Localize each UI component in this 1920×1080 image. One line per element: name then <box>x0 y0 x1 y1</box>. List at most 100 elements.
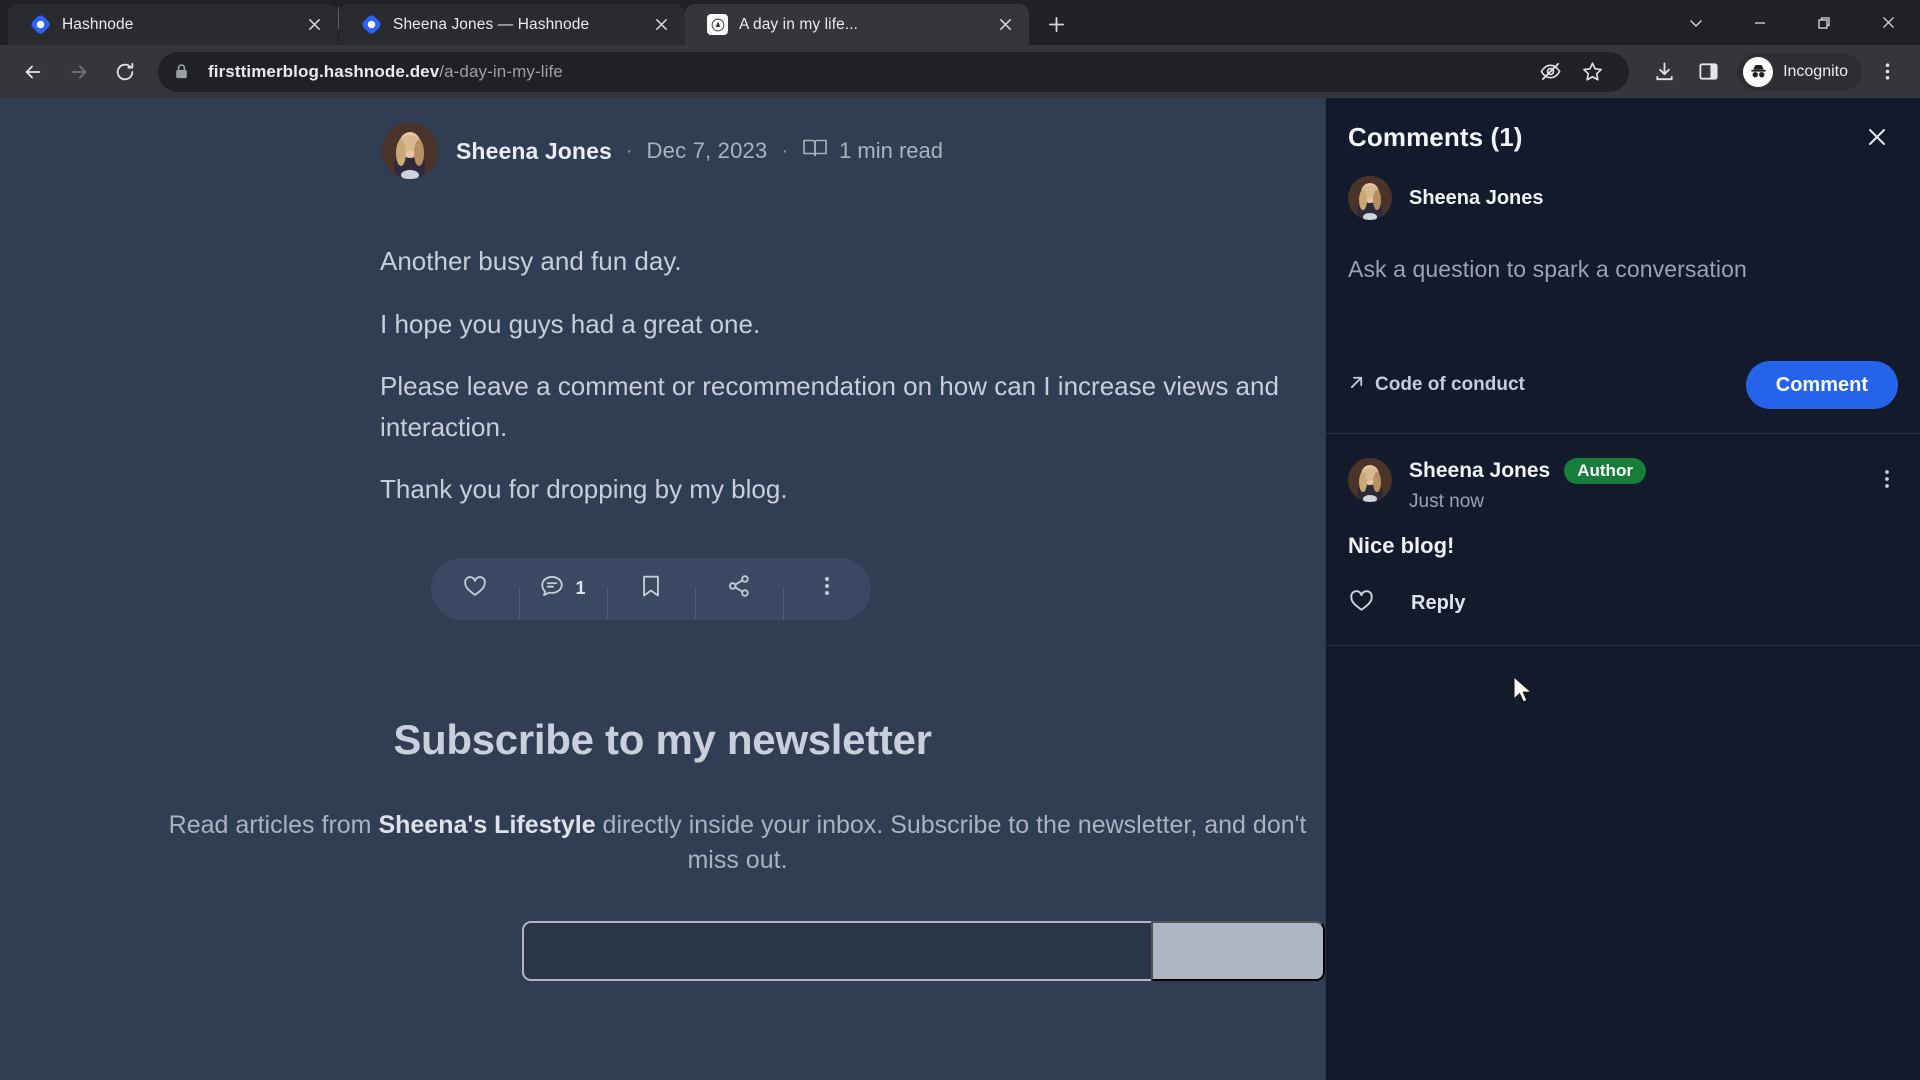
newsletter-form <box>0 920 1325 981</box>
comment-button[interactable]: 1 <box>518 573 607 620</box>
browser-toolbar: firsttimerblog.hashnode.dev/a-day-in-my-… <box>0 45 1920 98</box>
back-arrow-icon[interactable] <box>12 51 54 93</box>
incognito-icon <box>1743 56 1774 87</box>
hashnode-logo-icon <box>361 14 382 35</box>
publish-date: Dec 7, 2023 <box>646 138 768 163</box>
article-paragraph: Another busy and fun day. <box>380 246 682 276</box>
comments-panel: Comments (1) Sheena Jones Ask a question… <box>1325 98 1920 1080</box>
avatar <box>1348 176 1392 220</box>
comment-actions: Reply <box>1348 587 1898 619</box>
bookmark-button[interactable] <box>606 573 695 620</box>
divider <box>1326 645 1920 646</box>
status-badge: Author <box>1564 458 1646 484</box>
three-dot-menu-icon[interactable] <box>1874 466 1900 492</box>
newsletter-brand: Sheena's Lifestyle <box>378 810 596 839</box>
share-button[interactable] <box>694 573 783 620</box>
comment-count: 1 <box>575 578 586 599</box>
url-text: firsttimerblog.hashnode.dev/a-day-in-my-… <box>208 62 563 82</box>
reply-button[interactable]: Reply <box>1411 592 1465 615</box>
heart-icon <box>462 573 488 604</box>
restore-icon[interactable] <box>1792 0 1856 45</box>
comment-composer: Sheena Jones Ask a question to spark a c… <box>1326 176 1920 433</box>
article-paragraph: Thank you for dropping by my blog. <box>380 474 788 505</box>
bookmark-icon <box>639 573 663 604</box>
code-of-conduct-link[interactable]: Code of conduct <box>1348 374 1525 397</box>
article-body: Another busy and fun day. I hope you guy… <box>0 241 1325 510</box>
article-paragraph: Please leave a comment or recommendation… <box>380 371 1279 442</box>
close-icon[interactable] <box>302 13 326 37</box>
newsletter-section: Subscribe to my newsletter Read articles… <box>0 716 1325 981</box>
browser-tab-sheena-jones[interactable]: Sheena Jones — Hashnode <box>339 4 685 45</box>
tab-search-chevron-icon[interactable] <box>1664 0 1728 45</box>
browser-tab-hashnode[interactable]: Hashnode <box>8 4 338 45</box>
external-link-arrow-icon <box>1348 374 1365 397</box>
forward-arrow-icon[interactable] <box>58 51 100 93</box>
heart-icon <box>1348 587 1375 619</box>
newsletter-desc-pre: Read articles from <box>168 810 379 839</box>
submit-comment-button[interactable]: Comment <box>1745 361 1898 409</box>
comment-header: Sheena Jones Author Just now <box>1348 458 1898 513</box>
newsletter-email-input[interactable] <box>522 920 1152 981</box>
composer-footer: Code of conduct Comment <box>1348 361 1898 433</box>
byline-separator: · <box>625 139 633 162</box>
url-path: /a-day-in-my-life <box>439 61 563 81</box>
comment-input[interactable]: Ask a question to spark a conversation <box>1348 256 1898 283</box>
article-content: Sheena Jones · Dec 7, 2023 · 1 min read … <box>0 98 1325 1080</box>
newsletter-title: Subscribe to my newsletter <box>393 715 932 763</box>
like-comment-button[interactable] <box>1348 587 1375 619</box>
browser-window: Hashnode Sheena Jones — Hashnode A day i… <box>0 0 1920 1080</box>
tab-title: Hashnode <box>62 15 134 33</box>
tab-title: A day in my life... <box>739 15 859 33</box>
read-time-label: 1 min read <box>839 138 944 163</box>
close-icon[interactable] <box>993 13 1017 37</box>
avatar <box>381 123 438 179</box>
avatar <box>1348 458 1392 502</box>
article-action-bar: 1 <box>430 557 871 621</box>
lock-icon <box>174 63 194 80</box>
profile-incognito-chip[interactable]: Incognito <box>1737 52 1862 91</box>
blog-site-icon <box>707 14 728 35</box>
byline-separator: · <box>781 139 789 162</box>
star-icon[interactable] <box>1571 51 1613 93</box>
hashnode-logo-icon <box>30 14 51 35</box>
newsletter-desc-post: directly inside your inbox. Subscribe to… <box>595 810 1307 875</box>
author-name[interactable]: Sheena Jones <box>456 138 612 165</box>
eye-crossed-icon[interactable] <box>1529 51 1571 93</box>
page-viewport: Sheena Jones · Dec 7, 2023 · 1 min read … <box>0 98 1920 1080</box>
close-icon[interactable] <box>1856 0 1920 45</box>
book-icon <box>802 137 828 165</box>
tab-title: Sheena Jones — Hashnode <box>393 15 590 33</box>
three-dot-menu-icon[interactable] <box>1866 51 1908 93</box>
close-icon[interactable] <box>1860 120 1894 154</box>
share-icon <box>726 573 752 604</box>
comment-timestamp: Just now <box>1409 491 1484 512</box>
read-time: 1 min read <box>802 137 943 165</box>
comment-text: Nice blog! <box>1348 533 1455 558</box>
side-panel-icon[interactable] <box>1687 51 1729 93</box>
article-byline: Sheena Jones · Dec 7, 2023 · 1 min read <box>0 98 1325 179</box>
download-icon[interactable] <box>1643 51 1685 93</box>
close-icon[interactable] <box>649 13 673 37</box>
reload-icon[interactable] <box>104 51 146 93</box>
newsletter-subscribe-button[interactable] <box>1151 920 1325 981</box>
tab-strip: Hashnode Sheena Jones — Hashnode A day i… <box>0 0 1920 45</box>
article-paragraph: I hope you guys had a great one. <box>380 308 761 339</box>
minimize-icon[interactable] <box>1728 0 1792 45</box>
profile-label: Incognito <box>1783 62 1848 80</box>
composer-user-name: Sheena Jones <box>1409 186 1544 209</box>
comment-meta: Sheena Jones Author Just now <box>1409 458 1898 513</box>
comment-author-name[interactable]: Sheena Jones <box>1409 459 1550 483</box>
browser-tab-a-day-in-my-life[interactable]: A day in my life... <box>685 4 1029 45</box>
three-dot-menu-icon <box>816 574 838 603</box>
composer-user: Sheena Jones <box>1348 176 1898 220</box>
url-domain: firsttimerblog.hashnode.dev <box>208 61 440 81</box>
comment-bubble-icon <box>539 573 565 604</box>
code-of-conduct-label: Code of conduct <box>1375 374 1525 395</box>
address-bar[interactable]: firsttimerblog.hashnode.dev/a-day-in-my-… <box>158 51 1630 93</box>
more-options-button[interactable] <box>782 574 871 621</box>
window-controls <box>1664 0 1920 45</box>
new-tab-button[interactable] <box>1039 7 1073 41</box>
newsletter-description: Read articles from Sheena's Lifestyle di… <box>0 808 1325 879</box>
comment-name-row: Sheena Jones Author <box>1409 458 1898 484</box>
like-button[interactable] <box>431 573 519 604</box>
